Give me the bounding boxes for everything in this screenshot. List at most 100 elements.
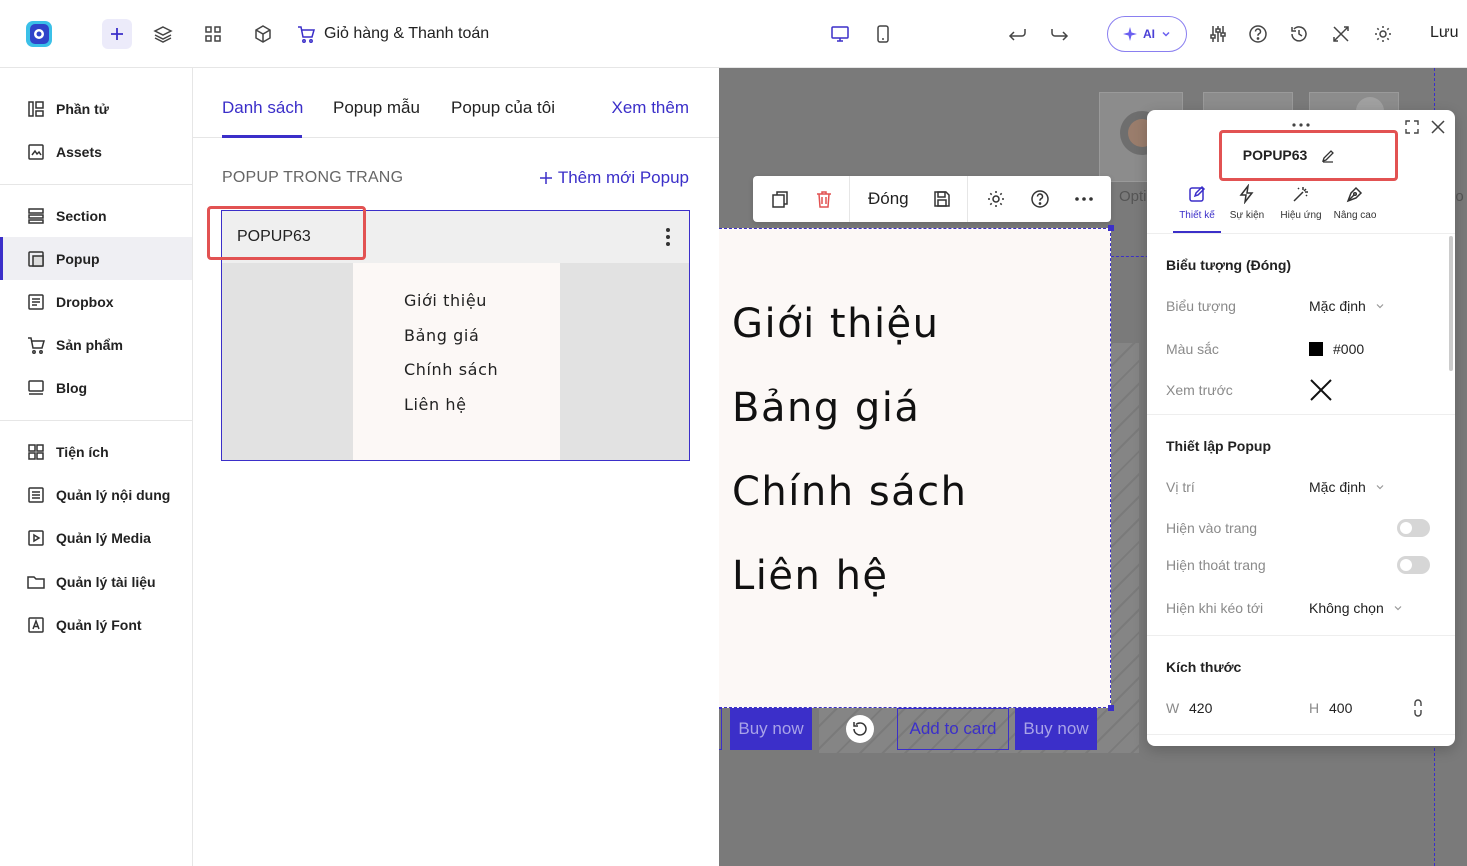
chevron-down-icon: [1376, 483, 1384, 491]
tab-events[interactable]: Sự kiện: [1219, 180, 1275, 234]
size-section-heading: Kích thước: [1166, 659, 1242, 675]
layers-icon[interactable]: [147, 18, 179, 50]
save-icon[interactable]: [931, 188, 953, 210]
buy-now-button[interactable]: Buy now: [730, 708, 812, 750]
ai-button[interactable]: AI: [1107, 16, 1187, 52]
more-vertical-icon[interactable]: [665, 227, 671, 247]
drag-handle-icon[interactable]: [1291, 122, 1311, 128]
help-icon[interactable]: [1242, 18, 1274, 50]
properties-panel: POPUP63 Thiết kế Sự kiện Hiệu ứng Nâng c…: [1147, 110, 1455, 746]
sidebar-item-dropbox[interactable]: Dropbox: [0, 280, 192, 323]
sidebar-item-widgets[interactable]: Tiện ích: [0, 430, 192, 473]
cart-icon: [26, 335, 46, 355]
icon-select[interactable]: Mặc định: [1309, 298, 1384, 314]
tab-my-popups[interactable]: Popup của tôi: [451, 98, 555, 118]
mobile-view-icon[interactable]: [867, 18, 899, 50]
see-more-link[interactable]: Xem thêm: [612, 98, 689, 118]
active-tab-underline: [222, 135, 302, 138]
widgets-icon: [26, 442, 46, 462]
buy-now-button[interactable]: Buy now: [1015, 708, 1097, 750]
sidebar-item-assets[interactable]: Assets: [0, 130, 192, 173]
tab-list[interactable]: Danh sách: [222, 98, 303, 118]
sidebar-item-fonts[interactable]: Quản lý Font: [0, 603, 192, 646]
scrollbar[interactable]: [1449, 236, 1453, 371]
add-popup-label: Thêm mới Popup: [557, 168, 689, 187]
box-icon[interactable]: [247, 18, 279, 50]
media-icon: [26, 528, 46, 548]
sidebar-item-label: Tiện ích: [56, 443, 109, 460]
resize-handle[interactable]: [1108, 705, 1114, 711]
sidebar-item-section[interactable]: Section: [0, 194, 192, 237]
height-label: H: [1309, 700, 1320, 716]
redo-icon[interactable]: [1044, 18, 1076, 50]
undo-icon[interactable]: [1001, 18, 1033, 50]
sidebar-item-label: Blog: [56, 379, 88, 396]
toolbar-divider: [849, 176, 850, 222]
sidebar-item-label: Quản lý Font: [56, 616, 142, 633]
popup-menu-item[interactable]: Liên hệ: [732, 553, 889, 599]
sidebar-item-elements[interactable]: Phần tử: [0, 87, 192, 130]
show-enter-toggle[interactable]: [1397, 519, 1430, 537]
ai-label: AI: [1143, 27, 1155, 41]
settings-icon[interactable]: [1367, 18, 1399, 50]
sidebar-item-media[interactable]: Quản lý Media: [0, 516, 192, 559]
sidebar-item-label: Dropbox: [56, 293, 114, 310]
sidebar-item-blog[interactable]: Blog: [0, 366, 192, 409]
add-to-card-button[interactable]: Add to card: [897, 708, 1009, 750]
tab-label: Nâng cao: [1333, 210, 1377, 221]
save-button[interactable]: Lưu: [1430, 24, 1459, 42]
lightning-icon: [1237, 184, 1257, 204]
sidebar-item-content[interactable]: Quản lý nội dung: [0, 473, 192, 516]
section-divider: [1147, 734, 1455, 735]
app-logo-icon[interactable]: [24, 19, 54, 49]
position-select[interactable]: Mặc định: [1309, 479, 1384, 495]
preview-label: Xem trước: [1166, 382, 1233, 398]
page-selector[interactable]: Giỏ hàng & Thanh toán: [296, 22, 489, 46]
sidebar-item-products[interactable]: Sản phẩm: [0, 323, 192, 366]
more-horizontal-icon[interactable]: [1073, 188, 1095, 210]
color-picker[interactable]: #000: [1309, 341, 1364, 357]
tab-design[interactable]: Thiết kế: [1169, 180, 1225, 234]
icon-section-heading: Biểu tượng (Đóng): [1166, 257, 1292, 273]
icon-select-value: Mặc định: [1309, 298, 1366, 314]
add-to-card-button[interactable]: [719, 708, 722, 750]
reload-icon[interactable]: [846, 715, 874, 743]
grid-icon[interactable]: [197, 18, 229, 50]
chevron-down-icon: [1161, 29, 1171, 39]
expand-icon[interactable]: [1405, 120, 1419, 134]
popup-menu-item[interactable]: Bảng giá: [732, 385, 920, 431]
height-input[interactable]: 400: [1329, 700, 1352, 716]
close-icon: [1309, 378, 1333, 402]
sidebar-item-popup[interactable]: Popup: [0, 237, 192, 280]
show-scroll-select[interactable]: Không chọn: [1309, 600, 1402, 616]
color-swatch: [1309, 342, 1323, 356]
tab-advanced[interactable]: Nâng cao: [1327, 180, 1383, 234]
help-icon[interactable]: [1029, 188, 1051, 210]
close-icon[interactable]: [1431, 120, 1445, 134]
section-icon: [26, 206, 46, 226]
delete-icon[interactable]: [813, 188, 835, 210]
show-enter-label: Hiện vào trang: [1166, 520, 1258, 536]
tab-templates[interactable]: Popup mẫu: [333, 98, 420, 118]
link-ratio-icon[interactable]: [1412, 698, 1424, 718]
sidebar-item-documents[interactable]: Quản lý tài liệu: [0, 560, 192, 603]
settings-icon[interactable]: [985, 188, 1007, 210]
add-button[interactable]: [102, 19, 132, 49]
popup-menu-item[interactable]: Giới thiệu: [732, 301, 940, 347]
elements-icon: [26, 99, 46, 119]
width-input[interactable]: 420: [1189, 700, 1212, 716]
cart-icon: [296, 24, 316, 44]
popup-element[interactable]: Giới thiệu Bảng giá Chính sách Liên hệ: [719, 228, 1111, 708]
duplicate-icon[interactable]: [769, 188, 791, 210]
popup-menu-item[interactable]: Chính sách: [732, 469, 968, 515]
resize-handle[interactable]: [1108, 225, 1114, 231]
highlight-box: [207, 206, 366, 260]
show-exit-toggle[interactable]: [1397, 556, 1430, 574]
tab-effects[interactable]: Hiệu ứng: [1273, 180, 1329, 234]
tools-icon[interactable]: [1325, 18, 1357, 50]
add-popup-button[interactable]: Thêm mới Popup: [538, 168, 689, 188]
close-popup-button[interactable]: Đóng: [868, 189, 909, 209]
sliders-icon[interactable]: [1202, 18, 1234, 50]
history-icon[interactable]: [1283, 18, 1315, 50]
desktop-view-icon[interactable]: [824, 18, 856, 50]
